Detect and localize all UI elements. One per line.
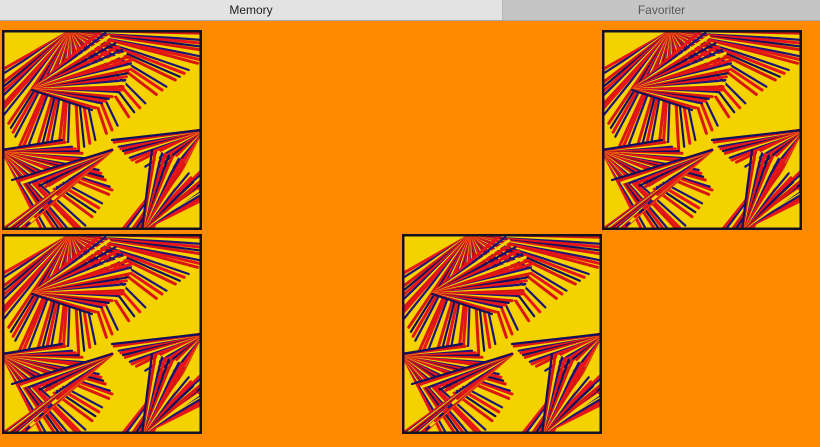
card-artwork (602, 30, 802, 230)
memory-card[interactable] (602, 30, 802, 230)
card-artwork (402, 234, 602, 434)
memory-card[interactable] (2, 30, 202, 230)
memory-card[interactable] (402, 234, 602, 434)
memory-card[interactable] (2, 234, 202, 434)
card-artwork (2, 234, 202, 434)
tab-bar: Memory Favoriter (0, 0, 820, 21)
tab-favoriter[interactable]: Favoriter (503, 0, 820, 20)
tab-memory[interactable]: Memory (0, 0, 503, 20)
card-artwork (2, 30, 202, 230)
